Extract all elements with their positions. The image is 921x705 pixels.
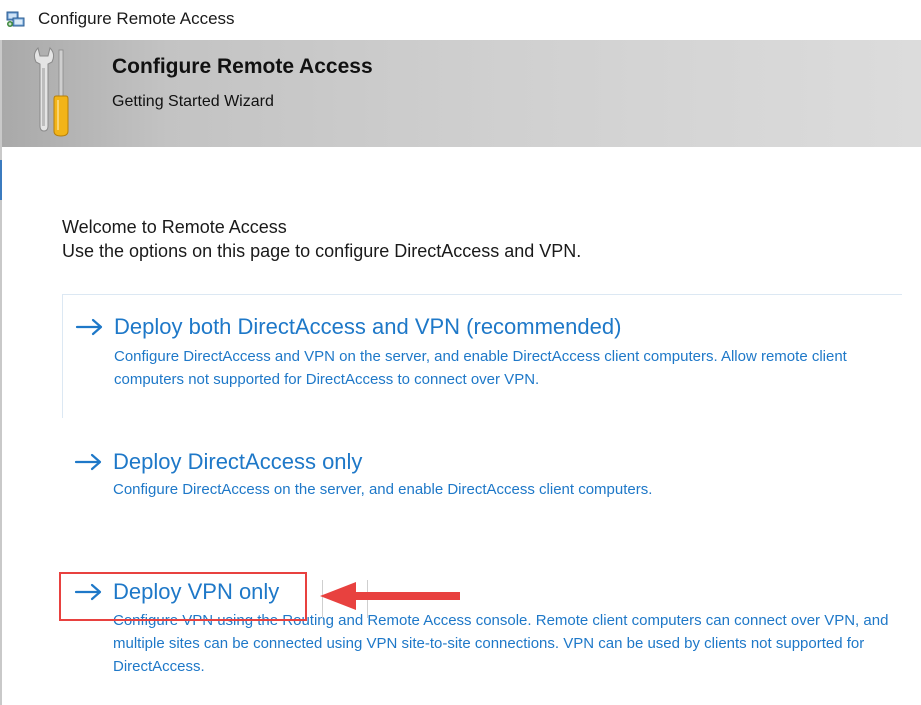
option-deploy-directaccess-only-description: Configure DirectAccess on the server, an… (113, 481, 653, 498)
window-left-accent (0, 160, 2, 200)
annotation-arrow-icon (320, 582, 460, 610)
intro-text: Use the options on this page to configur… (62, 241, 582, 261)
title-bar: Configure Remote Access (0, 0, 921, 40)
remote-access-app-icon (6, 11, 25, 27)
arrow-right-icon (74, 453, 102, 471)
option-deploy-both[interactable]: Deploy both DirectAccess and VPN (recomm… (62, 294, 902, 418)
annotation-highlight-box (59, 572, 307, 621)
banner-subtitle: Getting Started Wizard (112, 93, 274, 110)
option-deploy-directaccess-only[interactable]: Deploy DirectAccess only Configure Direc… (62, 440, 902, 510)
option-deploy-both-title[interactable]: Deploy both DirectAccess and VPN (recomm… (114, 314, 621, 340)
configure-remote-access-window: Configure Remote Access Configure Remote… (0, 0, 921, 705)
wizard-banner: Configure Remote Access Getting Started … (2, 40, 921, 147)
option-deploy-both-description: Configure DirectAccess and VPN on the se… (114, 348, 847, 388)
window-title: Configure Remote Access (38, 9, 235, 28)
arrow-right-icon (75, 318, 103, 336)
option-deploy-directaccess-only-title[interactable]: Deploy DirectAccess only (113, 449, 362, 475)
banner-title: Configure Remote Access (112, 55, 373, 78)
welcome-heading: Welcome to Remote Access (62, 217, 287, 237)
wrench-screwdriver-icon (33, 47, 69, 137)
